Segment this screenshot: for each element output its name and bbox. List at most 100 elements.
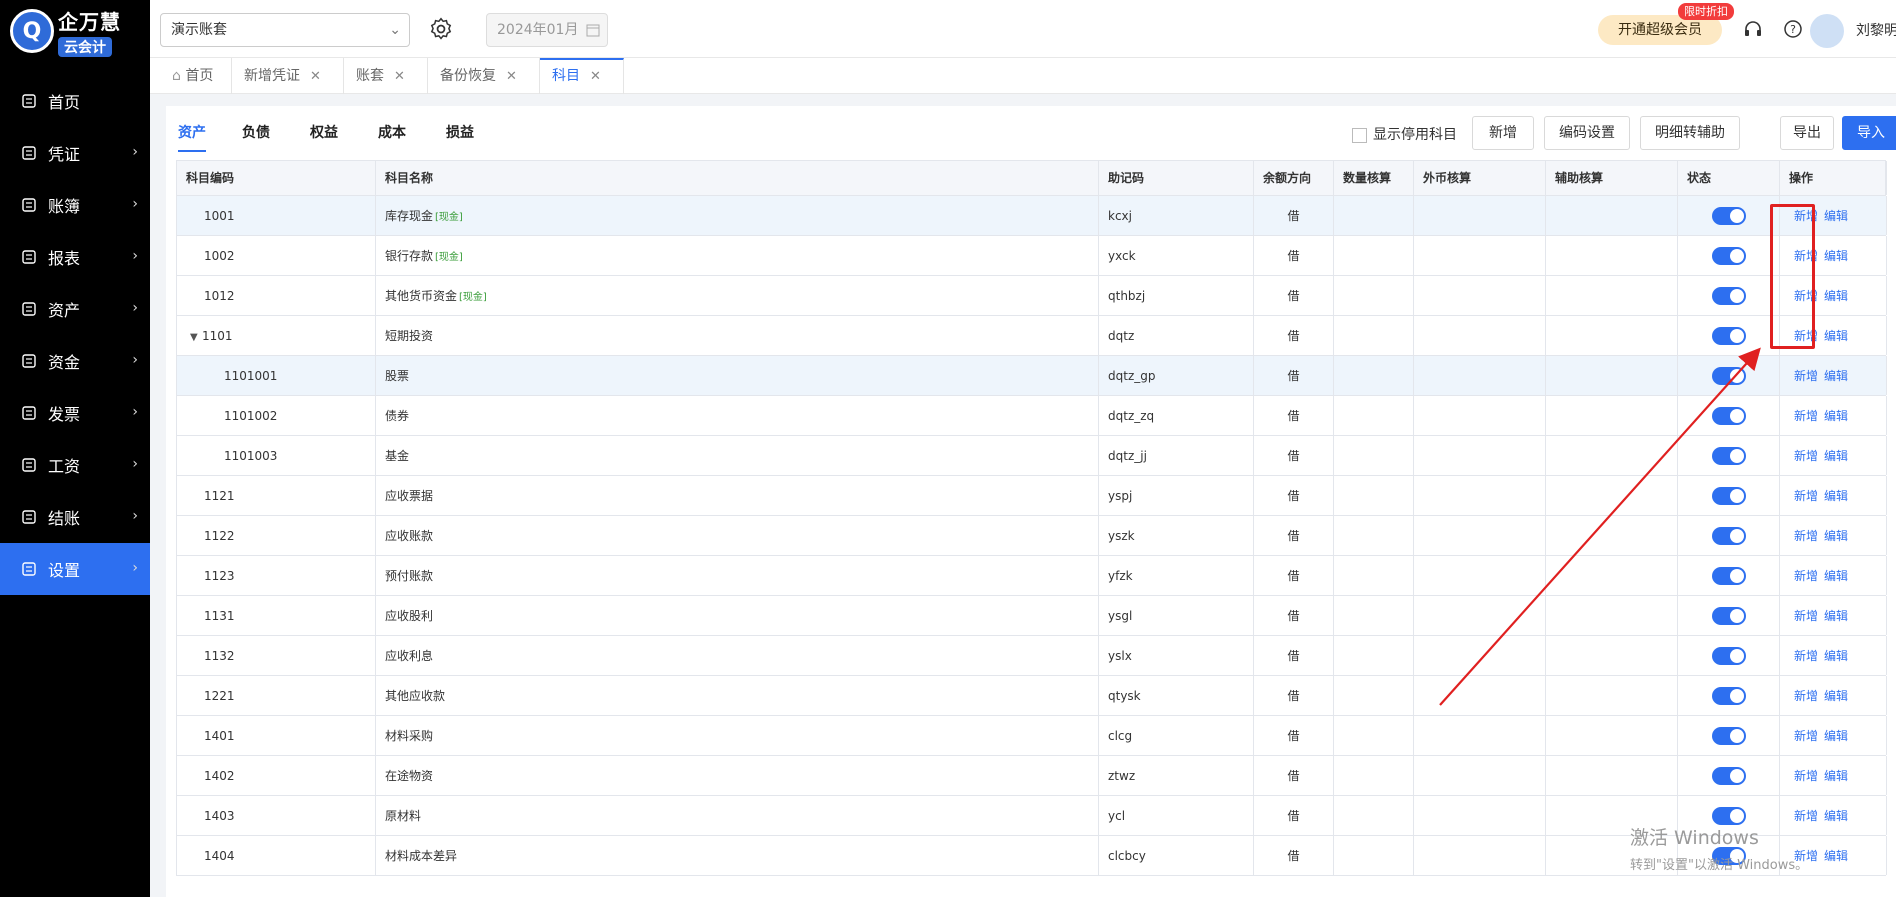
sidebar-item-0[interactable]: 首页 — [0, 75, 150, 127]
status-toggle[interactable] — [1711, 687, 1746, 705]
tab-home[interactable]: ⌂ 首页 — [160, 58, 232, 94]
row-edit-link[interactable]: 编辑 — [1824, 809, 1848, 823]
row-add-link[interactable]: 新增 — [1794, 409, 1818, 423]
row-edit-link[interactable]: 编辑 — [1824, 649, 1848, 663]
tab-account-set[interactable]: 账套 ✕ — [344, 58, 428, 94]
close-icon[interactable]: ✕ — [590, 69, 601, 84]
row-edit-link[interactable]: 编辑 — [1824, 529, 1848, 543]
tab-accounts[interactable]: 科目 ✕ — [540, 58, 624, 94]
row-edit-link[interactable]: 编辑 — [1824, 449, 1848, 463]
category-tab-assets[interactable]: 资产 — [178, 122, 206, 142]
show-disabled-checkbox[interactable] — [1352, 128, 1367, 143]
row-edit-link[interactable]: 编辑 — [1824, 329, 1848, 343]
row-add-link[interactable]: 新增 — [1794, 609, 1818, 623]
category-tab-liabilities[interactable]: 负债 — [242, 122, 270, 142]
sidebar-item-6[interactable]: 发票 › — [0, 387, 150, 439]
table-row[interactable]: 1402 在途物资 ztwz 借 新增 编辑 — [176, 756, 1887, 796]
status-toggle[interactable] — [1711, 207, 1746, 225]
table-row[interactable]: ▼ 1101 短期投资 dqtz 借新增 编辑 — [176, 316, 1887, 356]
row-edit-link[interactable]: 编辑 — [1824, 249, 1848, 263]
status-toggle[interactable] — [1711, 567, 1746, 585]
row-edit-link[interactable]: 编辑 — [1824, 209, 1848, 223]
table-row[interactable]: 1121 应收票据 yspj 借 新增 编辑 — [176, 476, 1887, 516]
status-toggle[interactable] — [1711, 767, 1746, 785]
row-add-link[interactable]: 新增 — [1794, 649, 1818, 663]
tab-backup-restore[interactable]: 备份恢复 ✕ — [428, 58, 540, 94]
sidebar-item-3[interactable]: 报表 › — [0, 231, 150, 283]
row-edit-link[interactable]: 编辑 — [1824, 609, 1848, 623]
row-add-link[interactable]: 新增 — [1794, 369, 1818, 383]
sidebar-item-4[interactable]: 资产 › — [0, 283, 150, 335]
status-toggle[interactable] — [1711, 607, 1746, 625]
status-toggle[interactable] — [1711, 727, 1746, 745]
status-toggle[interactable] — [1711, 527, 1746, 545]
category-tab-cost[interactable]: 成本 — [378, 122, 406, 142]
row-add-link[interactable]: 新增 — [1794, 489, 1818, 503]
app-logo[interactable]: Q 企万慧 云会计 — [0, 0, 150, 62]
sidebar-item-1[interactable]: 凭证 › — [0, 127, 150, 179]
table-row[interactable]: 1122 应收账款 yszk 借 新增 编辑 — [176, 516, 1887, 556]
headset-icon[interactable] — [1742, 18, 1764, 40]
row-edit-link[interactable]: 编辑 — [1824, 689, 1848, 703]
sidebar-item-5[interactable]: 资金 › — [0, 335, 150, 387]
sidebar-item-7[interactable]: 工资 › — [0, 439, 150, 491]
sidebar-item-8[interactable]: 结账 › — [0, 491, 150, 543]
user-name[interactable]: 刘黎明 — [1856, 20, 1896, 40]
row-edit-link[interactable]: 编辑 — [1824, 769, 1848, 783]
category-tab-profit-loss[interactable]: 损益 — [446, 122, 474, 142]
period-picker[interactable]: 2024年01月 — [486, 13, 608, 47]
category-tab-equity[interactable]: 权益 — [310, 122, 338, 142]
account-set-select[interactable]: 演示账套 ⌄ — [160, 13, 410, 47]
close-icon[interactable]: ✕ — [310, 69, 321, 84]
row-edit-link[interactable]: 编辑 — [1824, 849, 1848, 863]
table-row[interactable]: 1132 应收利息 yslx 借 新增 编辑 — [176, 636, 1887, 676]
import-button[interactable]: 导入 — [1842, 116, 1896, 150]
status-toggle[interactable] — [1711, 447, 1746, 465]
status-toggle[interactable] — [1711, 487, 1746, 505]
row-add-link[interactable]: 新增 — [1794, 529, 1818, 543]
table-row[interactable]: 1101002 债券 dqtz_zq 借 新增 编辑 — [176, 396, 1887, 436]
row-edit-link[interactable]: 编辑 — [1824, 729, 1848, 743]
table-row[interactable]: 1401 材料采购 clcg 借 新增 编辑 — [176, 716, 1887, 756]
table-row[interactable]: 1123 预付账款 yfzk 借 新增 编辑 — [176, 556, 1887, 596]
row-add-link[interactable]: 新增 — [1794, 809, 1818, 823]
status-toggle[interactable] — [1711, 367, 1746, 385]
sidebar-item-2[interactable]: 账簿 › — [0, 179, 150, 231]
table-row[interactable]: 1101003 基金 dqtz_jj 借 新增 编辑 — [176, 436, 1887, 476]
row-edit-link[interactable]: 编辑 — [1824, 409, 1848, 423]
detail-to-aux-button[interactable]: 明细转辅助 — [1640, 116, 1740, 150]
status-cell — [1678, 196, 1780, 235]
table-row[interactable]: 1131 应收股利 ysgl 借 新增 编辑 — [176, 596, 1887, 636]
code-settings-button[interactable]: 编码设置 — [1544, 116, 1630, 150]
sidebar-item-9[interactable]: 设置 › — [0, 543, 150, 595]
table-row[interactable]: 1012 其他货币资金 [现金] qthbzj 借新增 编辑 — [176, 276, 1887, 316]
status-toggle[interactable] — [1711, 247, 1746, 265]
close-icon[interactable]: ✕ — [394, 69, 405, 84]
status-toggle[interactable] — [1711, 327, 1746, 345]
gear-icon[interactable] — [428, 16, 454, 42]
close-icon[interactable]: ✕ — [506, 69, 517, 84]
row-add-link[interactable]: 新增 — [1794, 689, 1818, 703]
row-edit-link[interactable]: 编辑 — [1824, 289, 1848, 303]
expand-arrow-icon[interactable]: ▼ — [190, 318, 200, 355]
status-toggle[interactable] — [1711, 647, 1746, 665]
help-icon[interactable]: ? — [1782, 18, 1804, 40]
tab-new-voucher[interactable]: 新增凭证 ✕ — [232, 58, 344, 94]
mnemonic-cell: yxck — [1099, 236, 1254, 275]
row-add-link[interactable]: 新增 — [1794, 449, 1818, 463]
status-toggle[interactable] — [1711, 407, 1746, 425]
table-row[interactable]: 1002 银行存款 [现金] yxck 借新增 编辑 — [176, 236, 1887, 276]
export-button[interactable]: 导出 — [1780, 116, 1834, 150]
table-row[interactable]: 1101001 股票 dqtz_gp 借 新增 编辑 — [176, 356, 1887, 396]
user-avatar[interactable] — [1810, 14, 1844, 48]
row-add-link[interactable]: 新增 — [1794, 769, 1818, 783]
row-add-link[interactable]: 新增 — [1794, 729, 1818, 743]
add-button[interactable]: 新增 — [1472, 116, 1534, 150]
row-add-link[interactable]: 新增 — [1794, 569, 1818, 583]
status-toggle[interactable] — [1711, 287, 1746, 305]
table-row[interactable]: 1001 库存现金 [现金] kcxj 借新增 编辑 — [176, 196, 1887, 236]
table-row[interactable]: 1221 其他应收款 qtysk 借 新增 编辑 — [176, 676, 1887, 716]
row-edit-link[interactable]: 编辑 — [1824, 569, 1848, 583]
row-edit-link[interactable]: 编辑 — [1824, 369, 1848, 383]
row-edit-link[interactable]: 编辑 — [1824, 489, 1848, 503]
